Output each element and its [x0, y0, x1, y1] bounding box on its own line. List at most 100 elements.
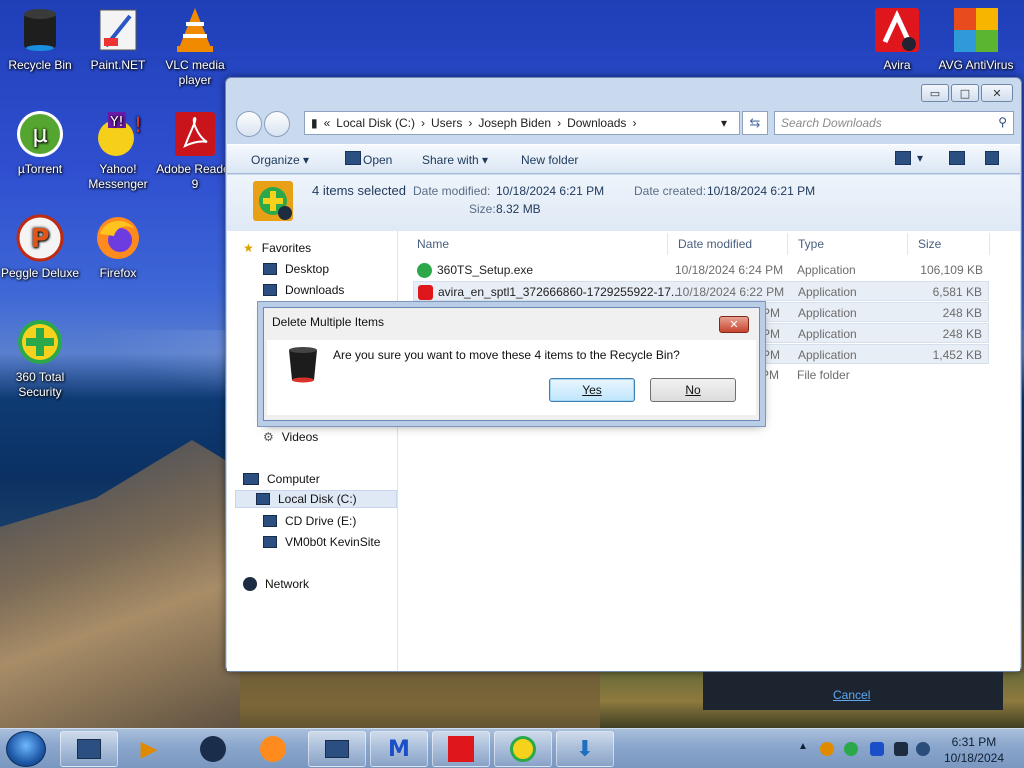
organize-button[interactable]: Organize ▾	[251, 153, 309, 167]
file-size: 248 KB	[942, 306, 982, 320]
360-security-icon	[510, 736, 536, 762]
taskbar: ▶ M ⬇ ▲ 6:31 PM 10/18/2024	[0, 728, 1024, 768]
address-dropdown-icon[interactable]: ▾	[721, 116, 727, 130]
nav-computer[interactable]: Computer	[243, 470, 320, 488]
file-name: 360TS_Setup.exe	[437, 263, 534, 277]
file-size: 6,581 KB	[932, 285, 982, 299]
back-button[interactable]	[236, 111, 262, 137]
yes-button[interactable]: Yes	[549, 378, 635, 402]
navigation-bar: ▮ « Local Disk (C:) › Users › Joseph Bid…	[234, 109, 1014, 137]
file-list: Name Date modified Type Size 360TS_Setup…	[399, 231, 1019, 671]
avira-icon	[873, 6, 921, 54]
desktop-icon-utorrent[interactable]: µ µTorrent	[0, 110, 80, 177]
breadcrumb-separator[interactable]: ›	[468, 116, 472, 130]
date-modified-label: Date modified:	[413, 184, 491, 198]
taskbar-globe-button[interactable]	[184, 731, 242, 767]
column-divider[interactable]	[907, 233, 908, 255]
open-button[interactable]: Open	[363, 153, 392, 167]
breadcrumb-downloads[interactable]: Downloads	[567, 116, 626, 130]
column-divider[interactable]	[787, 233, 788, 255]
nav-network[interactable]: Network	[243, 575, 309, 593]
desktop-icon-label: AVG AntiVirus	[938, 58, 1014, 72]
tray-shield-icon[interactable]	[870, 742, 884, 756]
nav-label: CD Drive (E:)	[285, 514, 357, 528]
share-with-button[interactable]: Share with ▾	[422, 153, 488, 167]
nav-downloads[interactable]: Downloads	[263, 281, 344, 299]
nav-label: Computer	[267, 472, 320, 486]
clock-date: 10/18/2024	[943, 751, 1004, 765]
minimize-button[interactable]: ▭	[921, 84, 949, 102]
desktop-icon-firefox[interactable]: Firefox	[78, 214, 158, 281]
adobe-reader-icon	[171, 110, 219, 158]
nav-network-drive[interactable]: VM0b0t KevinSite	[263, 533, 380, 551]
column-divider[interactable]	[667, 233, 668, 255]
file-type: File folder	[797, 368, 850, 382]
breadcrumb-separator[interactable]: ›	[557, 116, 561, 130]
media-player-icon: ▶	[140, 736, 158, 762]
file-row[interactable]: 360TS_Setup.exe 10/18/2024 6:24 PM Appli…	[413, 260, 989, 280]
taskbar-window-button[interactable]	[308, 731, 366, 767]
desktop-icon-peggle[interactable]: P Peggle Deluxe	[0, 214, 80, 281]
nav-favorites[interactable]: ★ Favorites	[243, 239, 311, 257]
new-folder-button[interactable]: New folder	[521, 153, 578, 167]
refresh-icon[interactable]: ⇆	[742, 111, 768, 135]
column-divider[interactable]	[989, 233, 990, 255]
start-button[interactable]	[6, 731, 46, 767]
tray-360-icon[interactable]	[844, 742, 858, 756]
no-button[interactable]: No	[650, 378, 736, 402]
search-input[interactable]: Search Downloads ⚲	[774, 111, 1014, 135]
desktop-icon-yahoo-messenger[interactable]: Y!! Yahoo! Messenger	[78, 110, 158, 192]
desktop-icon-label: Firefox	[99, 266, 137, 280]
breadcrumb-back[interactable]: «	[324, 116, 331, 130]
help-icon[interactable]	[985, 151, 999, 165]
breadcrumb-users[interactable]: Users	[431, 116, 462, 130]
desktop-icon-avg[interactable]: AVG AntiVirus	[936, 6, 1016, 73]
taskbar-media-player-button[interactable]: ▶	[120, 731, 178, 767]
column-header-name[interactable]: Name	[417, 237, 449, 251]
taskbar-avira-button[interactable]	[432, 731, 490, 767]
taskbar-explorer-button[interactable]	[60, 731, 118, 767]
nav-desktop[interactable]: Desktop	[263, 260, 329, 278]
view-options-icon[interactable]	[895, 151, 911, 165]
taskbar-installer-button[interactable]: ⬇	[556, 731, 614, 767]
tray-network-icon[interactable]	[894, 742, 908, 756]
nav-local-disk[interactable]: Local Disk (C:)	[235, 490, 397, 508]
desktop-icon-avira[interactable]: Avira	[857, 6, 937, 73]
cancel-link[interactable]: Cancel	[833, 688, 870, 702]
taskbar-firefox-button[interactable]	[244, 731, 302, 767]
breadcrumb-separator[interactable]: ›	[421, 116, 425, 130]
search-icon[interactable]: ⚲	[998, 115, 1007, 129]
nav-label: Network	[265, 577, 310, 591]
view-dropdown-icon[interactable]: ▾	[917, 151, 923, 165]
taskbar-malwarebytes-button[interactable]: M	[370, 731, 428, 767]
breadcrumb-separator[interactable]: ›	[632, 116, 636, 130]
forward-button[interactable]	[264, 111, 290, 137]
clock[interactable]: 6:31 PM 10/18/2024	[944, 734, 1004, 766]
network-drive-icon	[263, 536, 277, 548]
desktop-icon-paint-net[interactable]: Paint.NET	[78, 6, 158, 73]
close-button[interactable]: ✕	[981, 84, 1013, 102]
delete-confirmation-dialog[interactable]: Delete Multiple Items ✕ Are you sure you…	[263, 307, 760, 421]
show-hidden-icons-icon[interactable]: ▲	[798, 741, 808, 752]
desktop-icon-vlc[interactable]: VLC media player	[155, 6, 235, 88]
address-bar[interactable]: ▮ « Local Disk (C:) › Users › Joseph Bid…	[304, 111, 740, 135]
tray-app-icon[interactable]	[820, 742, 834, 756]
desktop-icon-recycle-bin[interactable]: Recycle Bin	[0, 6, 80, 73]
desktop-icon-adobe-reader[interactable]: Adobe Reader 9	[155, 110, 235, 192]
breadcrumb-local-disk[interactable]: Local Disk (C:)	[336, 116, 415, 130]
nav-videos[interactable]: ⚙ Videos	[263, 428, 318, 446]
column-header-date[interactable]: Date modified	[678, 237, 752, 251]
column-header-size[interactable]: Size	[918, 237, 941, 251]
nav-cd-drive[interactable]: CD Drive (E:)	[263, 512, 356, 530]
tray-volume-icon[interactable]	[916, 742, 930, 756]
desktop-icon-360-total-security[interactable]: 360 Total Security	[0, 318, 80, 400]
column-header-type[interactable]: Type	[798, 237, 824, 251]
file-row[interactable]: avira_en_sptl1_372666860-1729255922-17..…	[413, 281, 989, 301]
preview-pane-icon[interactable]	[949, 151, 965, 165]
explorer-icon	[77, 739, 101, 759]
desktop-icon	[263, 263, 277, 275]
maximize-button[interactable]: □	[951, 84, 979, 102]
breadcrumb-joseph-biden[interactable]: Joseph Biden	[478, 116, 551, 130]
taskbar-360-button[interactable]	[494, 731, 552, 767]
dialog-close-button[interactable]: ✕	[719, 316, 749, 333]
